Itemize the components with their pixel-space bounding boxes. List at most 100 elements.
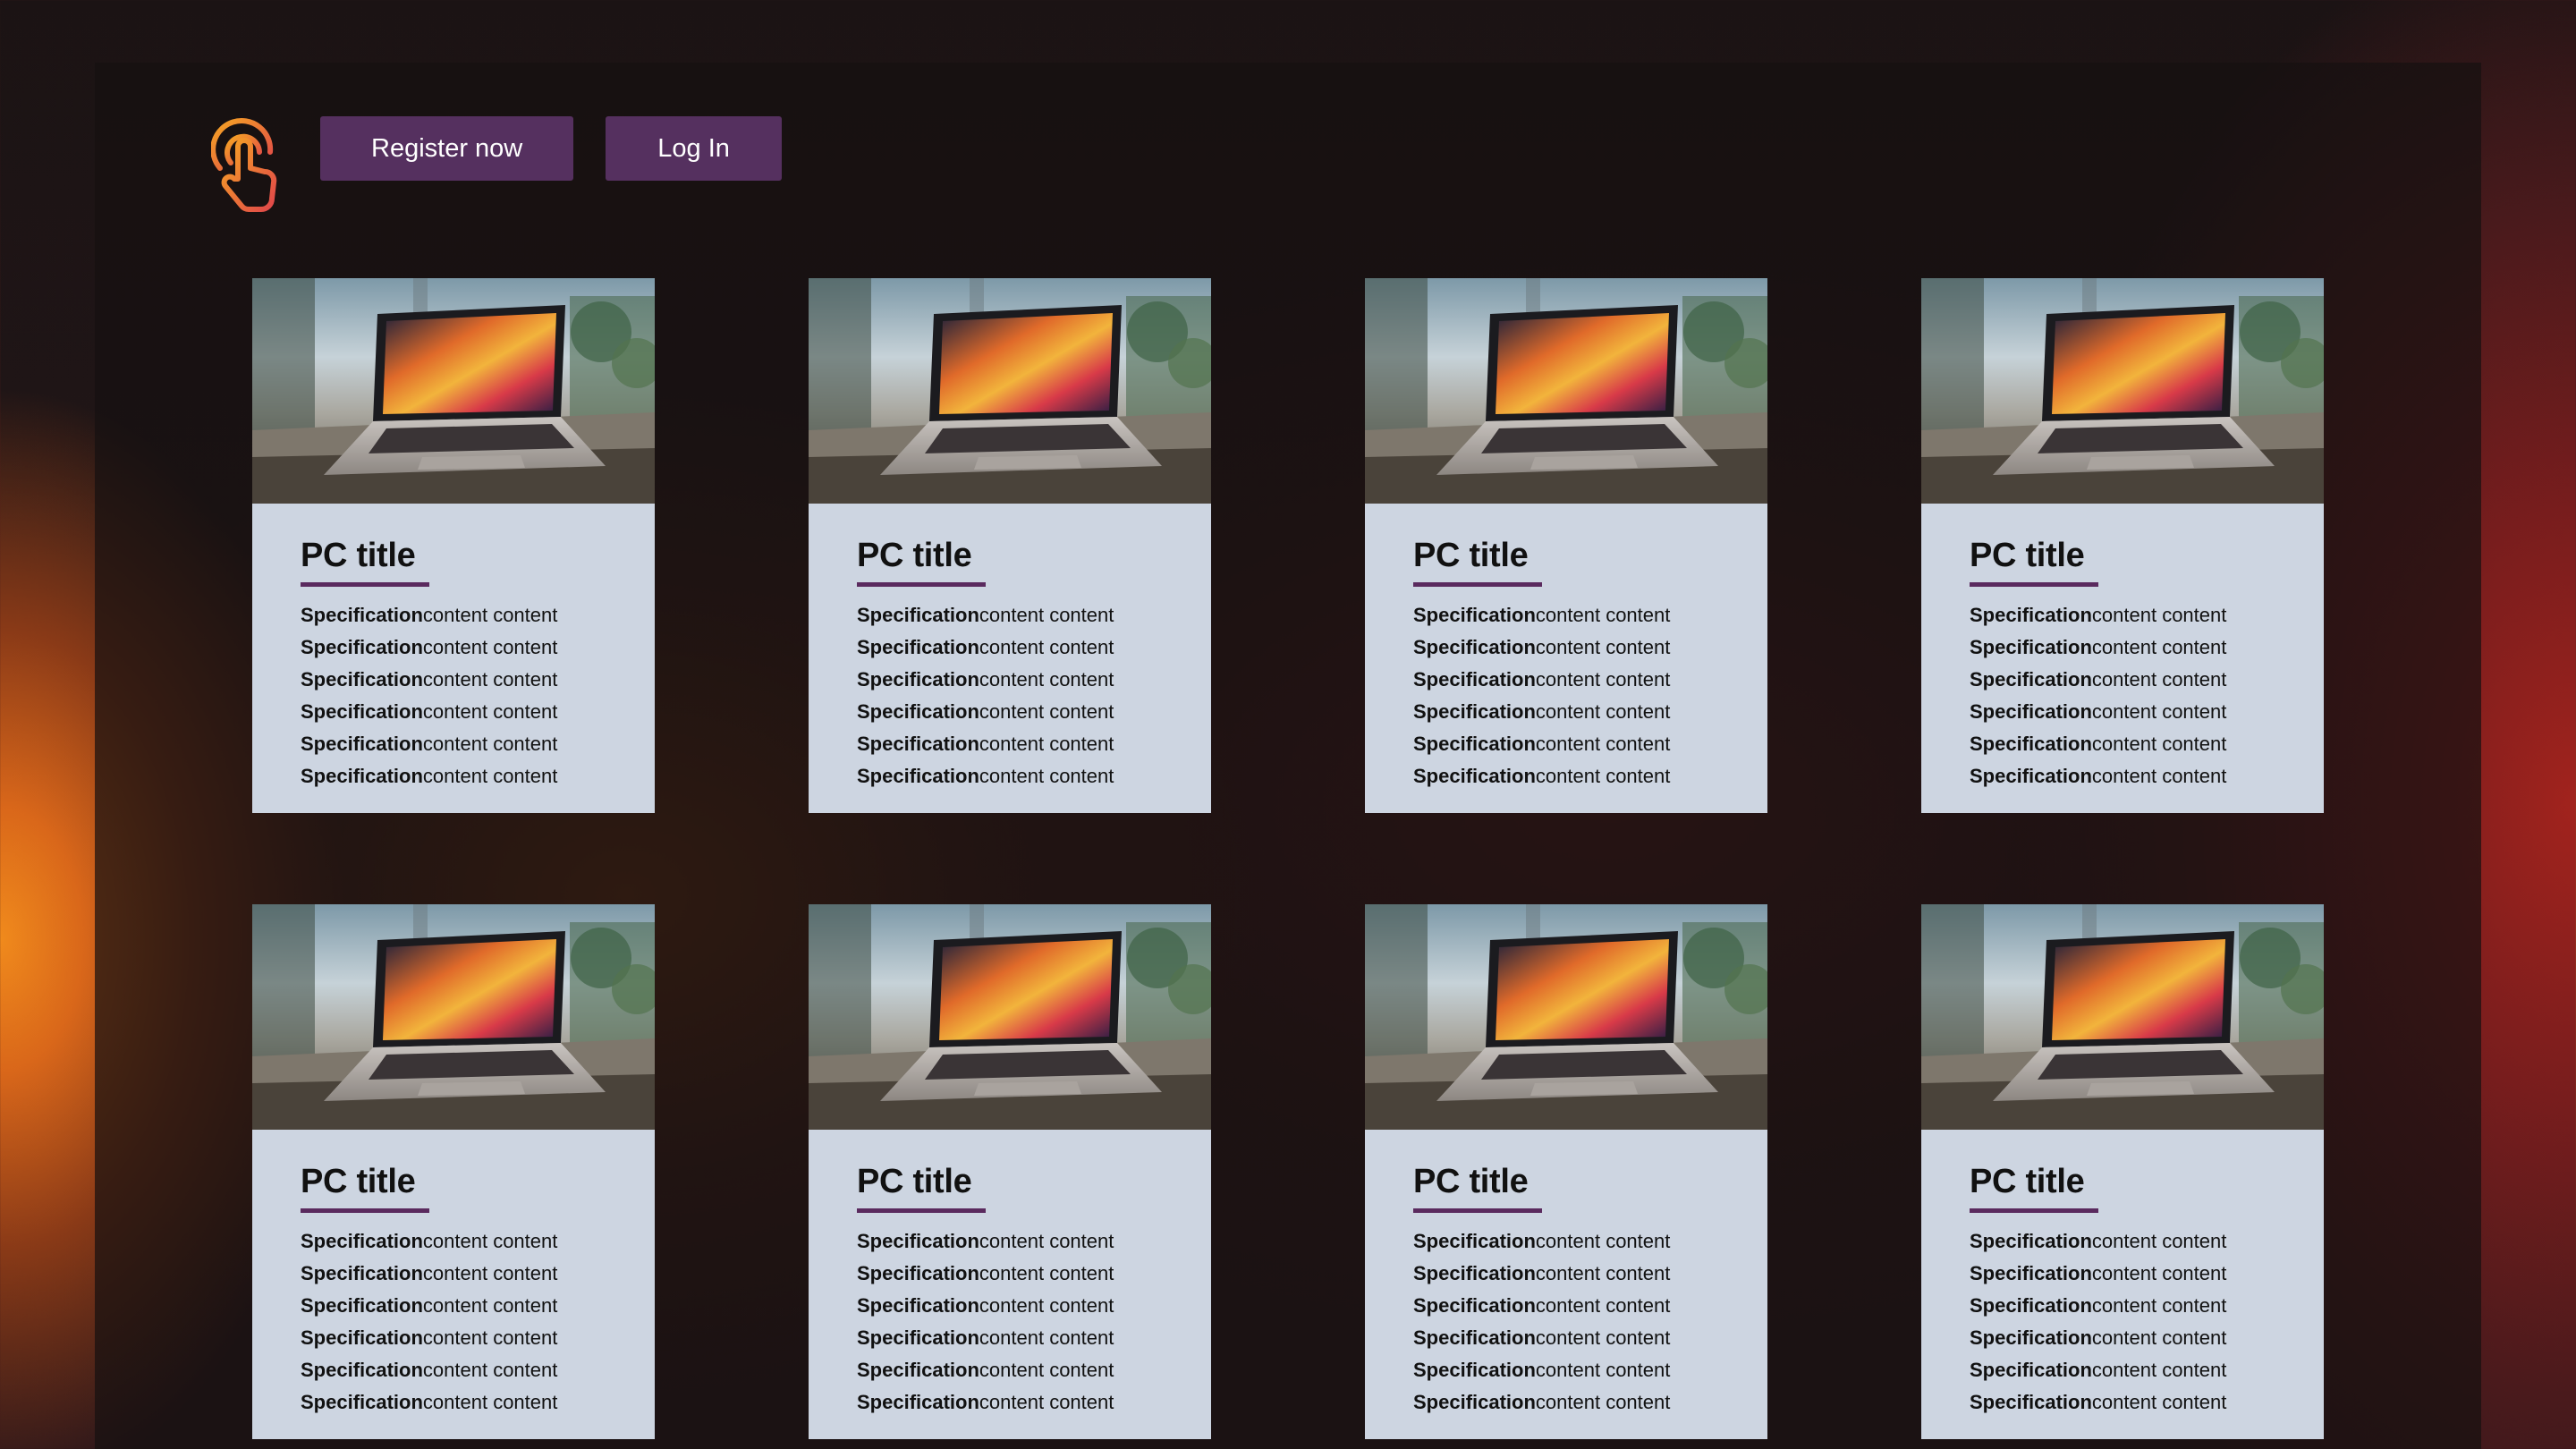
title-underline bbox=[857, 1208, 986, 1213]
card-title: PC title bbox=[1970, 537, 2085, 574]
spec-value: content content bbox=[422, 1262, 558, 1284]
spec-row: Specificationcontent content bbox=[857, 696, 1163, 728]
card-title: PC title bbox=[1413, 537, 1529, 574]
spec-value: content content bbox=[422, 1326, 558, 1349]
spec-row: Specificationcontent content bbox=[1970, 1225, 2275, 1258]
spec-label: Specification bbox=[857, 733, 979, 755]
spec-label: Specification bbox=[857, 765, 979, 787]
laptop-image bbox=[1365, 278, 1767, 504]
spec-row: Specificationcontent content bbox=[301, 696, 606, 728]
spec-row: Specificationcontent content bbox=[1970, 1322, 2275, 1354]
spec-value: content content bbox=[979, 1294, 1114, 1317]
title-underline bbox=[1970, 582, 2098, 587]
spec-value: content content bbox=[2091, 668, 2227, 691]
spec-row: Specificationcontent content bbox=[1970, 664, 2275, 696]
spec-row: Specificationcontent content bbox=[301, 728, 606, 760]
spec-value: content content bbox=[2091, 1294, 2227, 1317]
spec-label: Specification bbox=[857, 1326, 979, 1349]
spec-value: content content bbox=[979, 1326, 1114, 1349]
laptop-image bbox=[1365, 904, 1767, 1130]
pc-card[interactable]: PC title Specificationcontent content Sp… bbox=[809, 904, 1211, 1439]
pc-card[interactable]: PC title Specificationcontent content Sp… bbox=[252, 278, 655, 813]
spec-value: content content bbox=[2091, 1359, 2227, 1381]
spec-value: content content bbox=[422, 733, 558, 755]
spec-label: Specification bbox=[1970, 765, 2092, 787]
spec-value: content content bbox=[422, 636, 558, 658]
title-underline bbox=[301, 1208, 429, 1213]
pc-card[interactable]: PC title Specificationcontent content Sp… bbox=[1365, 278, 1767, 813]
spec-value: content content bbox=[979, 636, 1114, 658]
card-title: PC title bbox=[857, 537, 972, 574]
laptop-image bbox=[809, 278, 1211, 504]
spec-value: content content bbox=[422, 604, 558, 626]
title-underline bbox=[301, 582, 429, 587]
title-underline bbox=[1970, 1208, 2098, 1213]
spec-label: Specification bbox=[1970, 1326, 2092, 1349]
spec-label: Specification bbox=[301, 733, 423, 755]
touch-hand-icon[interactable] bbox=[211, 116, 279, 213]
card-title: PC title bbox=[301, 537, 416, 574]
spec-label: Specification bbox=[1413, 700, 1536, 723]
spec-row: Specificationcontent content bbox=[1970, 1386, 2275, 1419]
spec-value: content content bbox=[2091, 700, 2227, 723]
spec-value: content content bbox=[979, 1359, 1114, 1381]
spec-label: Specification bbox=[857, 1359, 979, 1381]
spec-value: content content bbox=[1535, 733, 1671, 755]
spec-row: Specificationcontent content bbox=[857, 1225, 1163, 1258]
spec-label: Specification bbox=[301, 700, 423, 723]
spec-label: Specification bbox=[857, 1230, 979, 1252]
laptop-image bbox=[1921, 904, 2324, 1130]
spec-label: Specification bbox=[301, 1230, 423, 1252]
spec-label: Specification bbox=[1413, 1262, 1536, 1284]
spec-label: Specification bbox=[301, 1262, 423, 1284]
spec-value: content content bbox=[1535, 636, 1671, 658]
spec-row: Specificationcontent content bbox=[301, 1258, 606, 1290]
spec-row: Specificationcontent content bbox=[857, 1258, 1163, 1290]
spec-value: content content bbox=[2091, 1262, 2227, 1284]
spec-row: Specificationcontent content bbox=[301, 1322, 606, 1354]
spec-row: Specificationcontent content bbox=[857, 728, 1163, 760]
register-button[interactable]: Register now bbox=[320, 116, 574, 181]
spec-row: Specificationcontent content bbox=[1970, 1354, 2275, 1386]
spec-label: Specification bbox=[1413, 1359, 1536, 1381]
spec-label: Specification bbox=[1970, 1230, 2092, 1252]
spec-value: content content bbox=[1535, 1391, 1671, 1413]
spec-label: Specification bbox=[857, 604, 979, 626]
pc-card[interactable]: PC title Specificationcontent content Sp… bbox=[1921, 278, 2324, 813]
spec-row: Specificationcontent content bbox=[857, 1290, 1163, 1322]
spec-row: Specificationcontent content bbox=[301, 1225, 606, 1258]
spec-value: content content bbox=[422, 1230, 558, 1252]
spec-value: content content bbox=[1535, 1262, 1671, 1284]
pc-card[interactable]: PC title Specificationcontent content Sp… bbox=[1365, 904, 1767, 1439]
laptop-image bbox=[252, 904, 655, 1130]
spec-label: Specification bbox=[1413, 636, 1536, 658]
login-button[interactable]: Log In bbox=[606, 116, 782, 181]
laptop-image bbox=[252, 278, 655, 504]
spec-row: Specificationcontent content bbox=[857, 1354, 1163, 1386]
spec-label: Specification bbox=[857, 668, 979, 691]
spec-row: Specificationcontent content bbox=[857, 1386, 1163, 1419]
spec-value: content content bbox=[979, 733, 1114, 755]
spec-label: Specification bbox=[301, 1391, 423, 1413]
pc-card[interactable]: PC title Specificationcontent content Sp… bbox=[1921, 904, 2324, 1439]
spec-row: Specificationcontent content bbox=[1413, 1386, 1719, 1419]
spec-value: content content bbox=[422, 1294, 558, 1317]
pc-card[interactable]: PC title Specificationcontent content Sp… bbox=[809, 278, 1211, 813]
spec-row: Specificationcontent content bbox=[301, 1290, 606, 1322]
spec-label: Specification bbox=[857, 636, 979, 658]
spec-row: Specificationcontent content bbox=[1413, 664, 1719, 696]
spec-label: Specification bbox=[1970, 636, 2092, 658]
spec-row: Specificationcontent content bbox=[1413, 728, 1719, 760]
spec-label: Specification bbox=[1413, 1391, 1536, 1413]
pc-card[interactable]: PC title Specificationcontent content Sp… bbox=[252, 904, 655, 1439]
spec-row: Specificationcontent content bbox=[1970, 696, 2275, 728]
spec-value: content content bbox=[2091, 1230, 2227, 1252]
spec-value: content content bbox=[2091, 765, 2227, 787]
laptop-image bbox=[1921, 278, 2324, 504]
spec-value: content content bbox=[2091, 604, 2227, 626]
title-underline bbox=[857, 582, 986, 587]
spec-row: Specificationcontent content bbox=[857, 664, 1163, 696]
card-title: PC title bbox=[1413, 1163, 1529, 1200]
spec-label: Specification bbox=[301, 604, 423, 626]
spec-value: content content bbox=[1535, 668, 1671, 691]
